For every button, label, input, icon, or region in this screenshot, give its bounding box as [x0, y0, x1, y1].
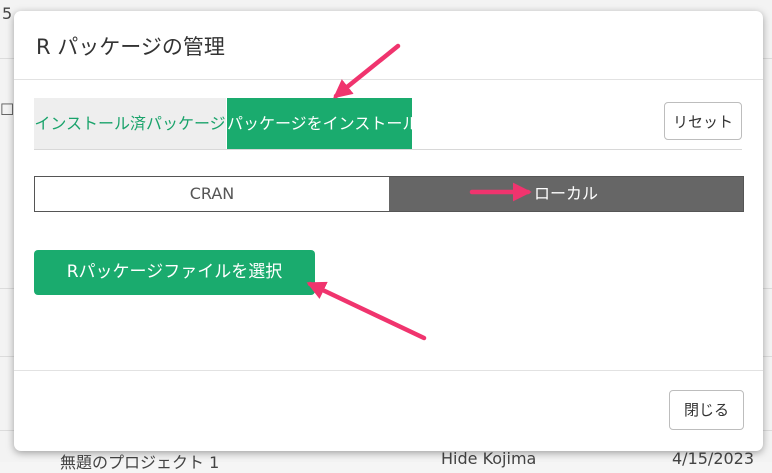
package-manager-dialog: R パッケージの管理 インストール済パッケージ パッケージをインストール リセッ… [14, 11, 763, 451]
background-text: 5 [2, 4, 13, 23]
reset-button[interactable]: リセット [664, 102, 742, 140]
tab-install-package[interactable]: パッケージをインストール [227, 98, 418, 149]
tab-installed-packages[interactable]: インストール済パッケージ [34, 98, 226, 149]
header-divider [14, 79, 763, 80]
source-selector: CRAN ローカル [34, 176, 744, 212]
close-button[interactable]: 閉じる [669, 390, 744, 430]
dialog-title: R パッケージの管理 [36, 35, 225, 59]
background-project-name[interactable]: 無題のプロジェクト 1 [60, 449, 219, 473]
background-owner: Hide Kojima [441, 449, 537, 468]
background-date: 4/15/2023 [672, 449, 755, 468]
source-option-cran[interactable]: CRAN [35, 177, 389, 211]
choose-package-file-button[interactable]: Rパッケージファイルを選択 [34, 250, 315, 295]
footer-divider [14, 370, 763, 371]
source-option-local[interactable]: ローカル [389, 177, 743, 211]
background-checkbox-icon: ☐ [0, 100, 15, 119]
tabs-underline [34, 149, 742, 150]
